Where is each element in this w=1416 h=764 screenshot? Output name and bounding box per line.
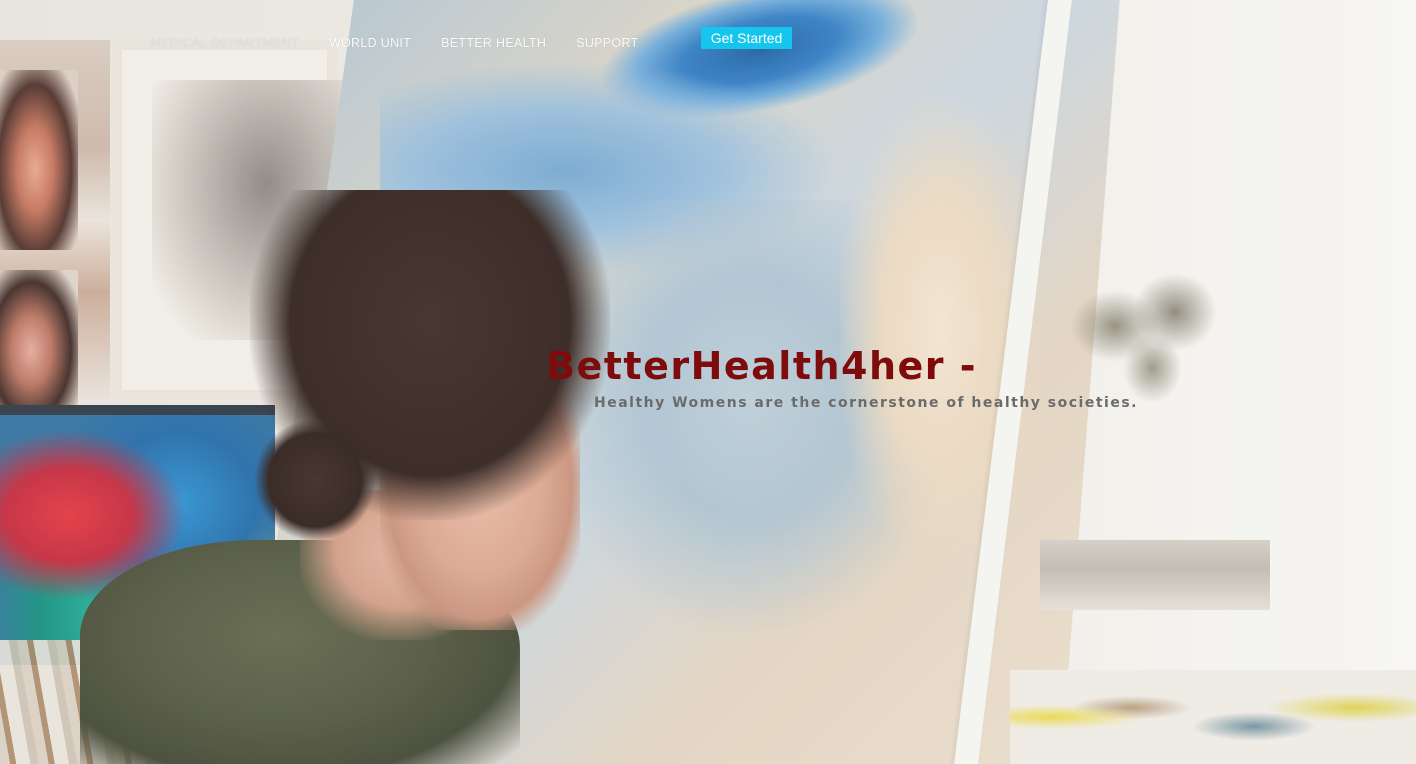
nav-world-unit[interactable]: WORLD UNIT — [329, 36, 411, 50]
nav-better-health[interactable]: BETTER HEALTH — [441, 36, 546, 50]
nav-medical-department[interactable]: MEDICAL DEPARTMENT — [150, 36, 299, 50]
hero-title: BetterHealth4her - — [546, 344, 978, 388]
main-navigation: MEDICAL DEPARTMENT WORLD UNIT BETTER HEA… — [150, 28, 669, 58]
nav-support[interactable]: SUPPORT — [576, 36, 638, 50]
get-started-button[interactable]: Get Started — [701, 27, 792, 49]
hero-subtitle: Healthy Womens are the cornerstone of he… — [594, 395, 1138, 411]
